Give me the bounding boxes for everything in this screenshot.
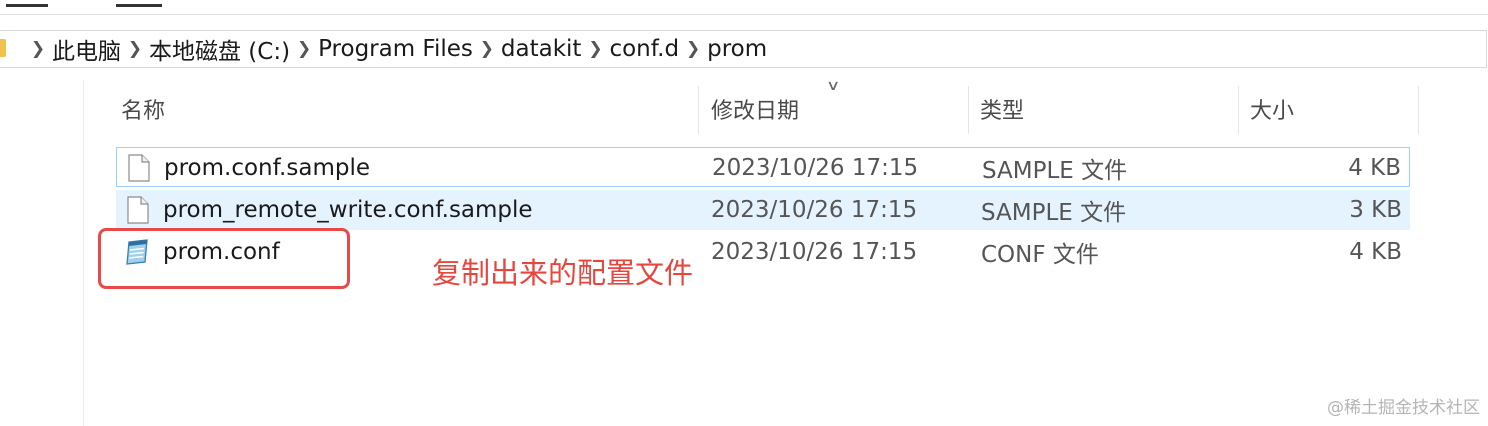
sort-caret-icon: ∨	[825, 78, 841, 94]
blank-file-icon	[127, 196, 149, 224]
breadcrumb-item-local-disk[interactable]: 本地磁盘 (C:)	[149, 32, 290, 66]
chevron-right-icon[interactable]: ❯	[290, 39, 318, 59]
breadcrumb: ❯ 此电脑 ❯ 本地磁盘 (C:) ❯ Program Files ❯ data…	[24, 31, 767, 67]
column-header-size[interactable]: 大小	[1250, 84, 1294, 134]
file-size: 3 KB	[1349, 197, 1402, 223]
file-modified-date: 2023/10/26 17:15	[712, 155, 919, 181]
navigation-pane-divider[interactable]	[83, 80, 84, 426]
ribbon-strip	[0, 0, 1488, 15]
column-resize-handle[interactable]	[1238, 86, 1239, 134]
column-resize-handle[interactable]	[698, 86, 699, 134]
column-header-date[interactable]: 修改日期	[711, 84, 799, 134]
column-resize-handle[interactable]	[968, 86, 969, 134]
file-type: SAMPLE 文件	[981, 200, 1127, 226]
file-type: SAMPLE 文件	[982, 158, 1128, 184]
annotation-label: 复制出来的配置文件	[432, 256, 694, 290]
address-bar[interactable]: ❯ 此电脑 ❯ 本地磁盘 (C:) ❯ Program Files ❯ data…	[0, 30, 1487, 68]
file-size: 4 KB	[1348, 155, 1401, 181]
chevron-right-icon[interactable]: ❯	[473, 39, 501, 59]
watermark: @稀土掘金技术社区	[1327, 398, 1480, 418]
breadcrumb-item-prom[interactable]: prom	[707, 36, 767, 62]
breadcrumb-item-datakit[interactable]: datakit	[501, 36, 582, 62]
file-size: 4 KB	[1349, 239, 1402, 265]
breadcrumb-item-conf-d[interactable]: conf.d	[609, 36, 679, 62]
blank-file-icon	[128, 154, 150, 182]
ribbon-text-fragment	[6, 0, 48, 7]
file-row[interactable]: prom.conf.sample 2023/10/26 17:15 SAMPLE…	[116, 147, 1410, 187]
chevron-right-icon[interactable]: ❯	[121, 39, 149, 59]
column-resize-handle[interactable]	[1418, 86, 1419, 134]
folder-icon	[0, 39, 6, 57]
file-row[interactable]: prom_remote_write.conf.sample 2023/10/26…	[116, 190, 1410, 230]
chevron-right-icon[interactable]: ❯	[24, 39, 52, 59]
breadcrumb-item-this-pc[interactable]: 此电脑	[52, 32, 121, 66]
file-type: CONF 文件	[981, 242, 1099, 268]
annotation-highlight-box	[98, 228, 350, 289]
chevron-right-icon[interactable]: ❯	[679, 39, 707, 59]
chevron-right-icon[interactable]: ❯	[581, 39, 609, 59]
column-header: 名称 修改日期 ∨ 类型 大小	[112, 78, 1420, 134]
column-header-name[interactable]: 名称	[121, 84, 165, 134]
file-modified-date: 2023/10/26 17:15	[711, 239, 918, 265]
file-name[interactable]: prom.conf.sample	[164, 148, 370, 188]
breadcrumb-item-program-files[interactable]: Program Files	[318, 36, 473, 62]
file-name[interactable]: prom_remote_write.conf.sample	[163, 190, 533, 230]
ribbon-text-fragment	[116, 0, 162, 7]
file-explorer-window: ❯ 此电脑 ❯ 本地磁盘 (C:) ❯ Program Files ❯ data…	[0, 0, 1488, 426]
column-header-type[interactable]: 类型	[980, 84, 1024, 134]
file-modified-date: 2023/10/26 17:15	[711, 197, 918, 223]
